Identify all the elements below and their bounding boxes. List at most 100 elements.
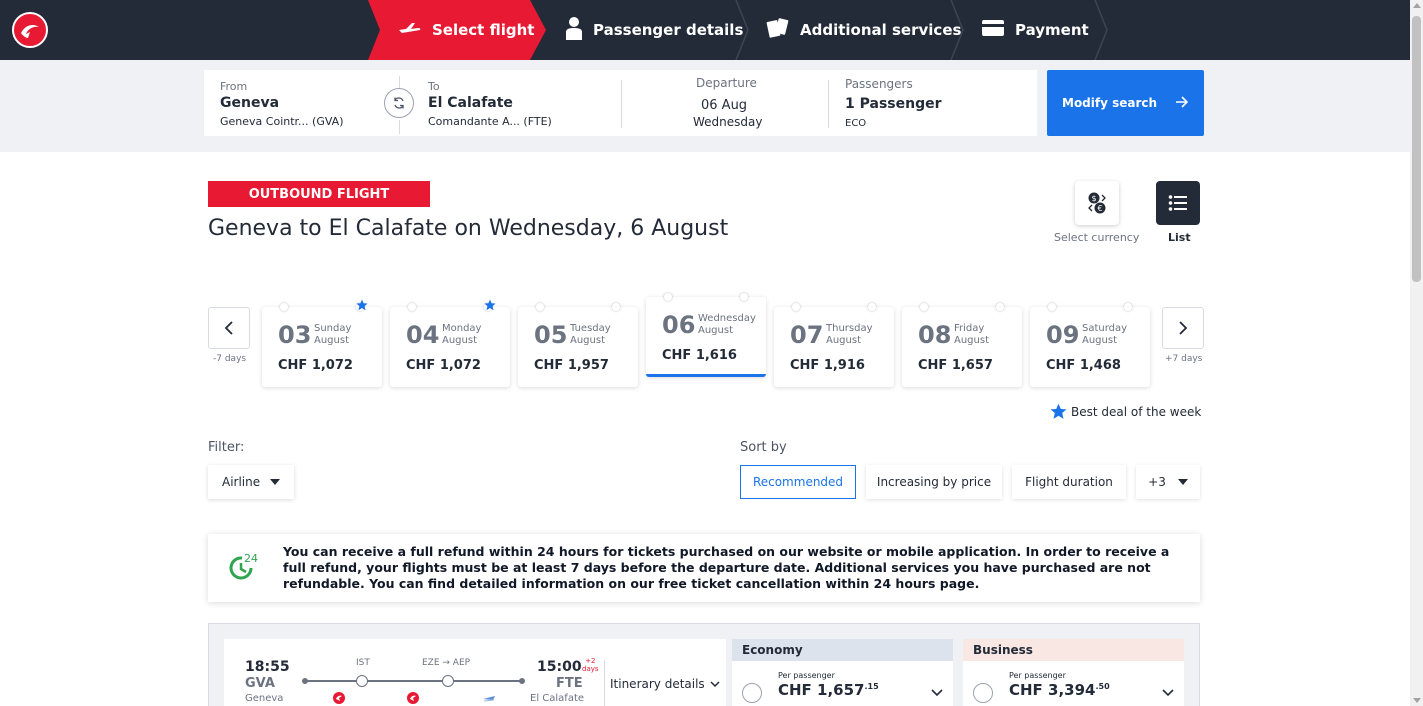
next-week-label: +7 days xyxy=(1165,354,1203,364)
date-price: CHF 1,072 xyxy=(278,358,353,373)
from-city[interactable]: Geneva xyxy=(220,95,279,111)
arrow-right-icon xyxy=(1176,96,1189,108)
economy-radio[interactable] xyxy=(742,683,762,703)
divider xyxy=(621,80,622,128)
passengers-label: Passengers xyxy=(845,77,913,91)
date-weekday: Saturday xyxy=(1082,323,1128,334)
step-additional-services[interactable]: Additional services xyxy=(766,0,961,60)
select-currency-button[interactable]: $ € xyxy=(1075,181,1119,225)
date-card-06-selected[interactable]: 06 Wednesday August CHF 1,616 xyxy=(646,293,766,377)
step-separator xyxy=(1094,0,1108,60)
next-week-button[interactable] xyxy=(1162,307,1204,349)
arrival-day-offset-value: +2 xyxy=(585,657,596,665)
date-month: August xyxy=(826,335,861,346)
departure-date[interactable]: 06 Aug xyxy=(701,98,747,113)
previous-week-button[interactable] xyxy=(208,307,250,349)
departure-city: Geneva xyxy=(245,693,284,704)
date-price: CHF 1,957 xyxy=(534,358,609,373)
passengers-value[interactable]: 1 Passenger xyxy=(845,96,942,112)
date-day: 07 xyxy=(790,321,824,349)
best-deal-star-icon xyxy=(484,299,496,311)
to-city[interactable]: El Calafate xyxy=(428,95,513,111)
date-card-09[interactable]: 09 Saturday August CHF 1,468 xyxy=(1030,303,1150,387)
departure-code: GVA xyxy=(245,676,275,691)
sort-price-button[interactable]: Increasing by price xyxy=(866,465,1002,499)
select-currency-label: Select currency xyxy=(1054,231,1140,244)
page-scrollbar[interactable] xyxy=(1410,0,1423,706)
currency-exchange-icon: $ € xyxy=(1088,192,1106,214)
bird-logo-icon xyxy=(21,25,39,38)
svg-text:€: € xyxy=(1097,204,1102,213)
date-price: CHF 1,468 xyxy=(1046,358,1121,373)
date-weekday: Friday xyxy=(954,323,985,334)
refund-hours: 24 xyxy=(244,552,258,565)
sort-recommended-button[interactable]: Recommended xyxy=(740,465,856,499)
airline-filter-dropdown[interactable]: Airline xyxy=(208,465,294,499)
business-radio[interactable] xyxy=(973,683,993,703)
card-notch xyxy=(408,303,416,311)
chevron-down-icon[interactable] xyxy=(1162,689,1174,697)
page-title: Geneva to El Calafate on Wednesday, 6 Au… xyxy=(208,216,729,241)
date-card-05[interactable]: 05 Tuesday August CHF 1,957 xyxy=(518,303,638,387)
scrollbar-thumb[interactable] xyxy=(1412,16,1421,282)
economy-price: CHF 1,657.15 xyxy=(778,681,879,699)
step-label: Additional services xyxy=(800,21,962,39)
date-card-08[interactable]: 08 Friday August CHF 1,657 xyxy=(902,303,1022,387)
list-icon xyxy=(1168,195,1187,211)
date-price: CHF 1,657 xyxy=(918,358,993,373)
departure-weekday: Wednesday xyxy=(693,115,763,129)
chevron-left-icon xyxy=(224,321,233,335)
route-line xyxy=(305,680,523,682)
date-card-03[interactable]: 03 Sunday August CHF 1,072 xyxy=(262,299,382,387)
step-select-flight[interactable]: Select flight xyxy=(368,0,546,60)
partner-airline-icon xyxy=(483,696,495,702)
step-payment[interactable]: Payment xyxy=(981,0,1089,60)
swap-route-button[interactable] xyxy=(384,88,414,118)
route-origin-dot xyxy=(302,678,308,684)
plane-icon xyxy=(398,21,422,39)
list-view-button[interactable] xyxy=(1156,181,1200,225)
sort-more-dropdown[interactable]: +3 xyxy=(1136,465,1200,499)
business-fare-option[interactable]: Business Per passenger CHF 3,394.50 xyxy=(963,639,1184,706)
modify-search-label: Modify search xyxy=(1062,96,1158,110)
date-day: 04 xyxy=(406,321,440,349)
itinerary-details-button[interactable]: Itinerary details xyxy=(604,660,724,706)
step-passenger-details[interactable]: Passenger details xyxy=(565,0,743,60)
sort-duration-button[interactable]: Flight duration xyxy=(1012,465,1126,499)
card-notch xyxy=(740,293,748,301)
refund-24h-icon: 24 xyxy=(229,552,258,580)
to-airport: Comandante A... (FTE) xyxy=(428,115,552,128)
date-price: CHF 1,616 xyxy=(662,348,737,363)
card-notch xyxy=(920,303,928,311)
best-deal-label: Best deal of the week xyxy=(1071,404,1202,419)
sort-label: Sort by xyxy=(740,440,787,455)
date-month: August xyxy=(698,325,733,336)
date-price: CHF 1,916 xyxy=(790,358,865,373)
chevron-down-icon xyxy=(710,680,720,687)
card-notch xyxy=(868,303,876,311)
card-notch xyxy=(612,303,620,311)
step-separator xyxy=(735,0,749,60)
modify-search-button[interactable]: Modify search xyxy=(1047,70,1204,136)
turkish-airlines-icon xyxy=(407,692,419,704)
scroll-down-arrow-icon[interactable] xyxy=(1413,698,1421,703)
date-card-07[interactable]: 07 Thursday August CHF 1,916 xyxy=(774,303,894,387)
route-stop xyxy=(442,675,454,687)
scroll-up-arrow-icon[interactable] xyxy=(1413,3,1421,8)
economy-fare-option[interactable]: Economy Per passenger CHF 1,657.15 xyxy=(732,639,953,706)
date-month: August xyxy=(1082,335,1117,346)
airline-filter-label: Airline xyxy=(222,475,261,489)
chevron-down-icon[interactable] xyxy=(931,689,943,697)
departure-time: 18:55 xyxy=(245,659,290,675)
airline-logo[interactable] xyxy=(12,12,48,48)
date-day: 08 xyxy=(918,321,952,349)
date-card-04[interactable]: 04 Monday August CHF 1,072 xyxy=(390,299,510,387)
arrival-day-offset: +2 days xyxy=(582,657,599,673)
divider xyxy=(399,120,400,134)
stop-code: IST xyxy=(356,658,370,668)
date-price: CHF 1,072 xyxy=(406,358,481,373)
top-navigation-bar: Select flight Passenger details Addition… xyxy=(0,0,1410,60)
date-day: 05 xyxy=(534,321,568,349)
step-label: Passenger details xyxy=(593,21,744,39)
to-label: To xyxy=(428,80,440,93)
